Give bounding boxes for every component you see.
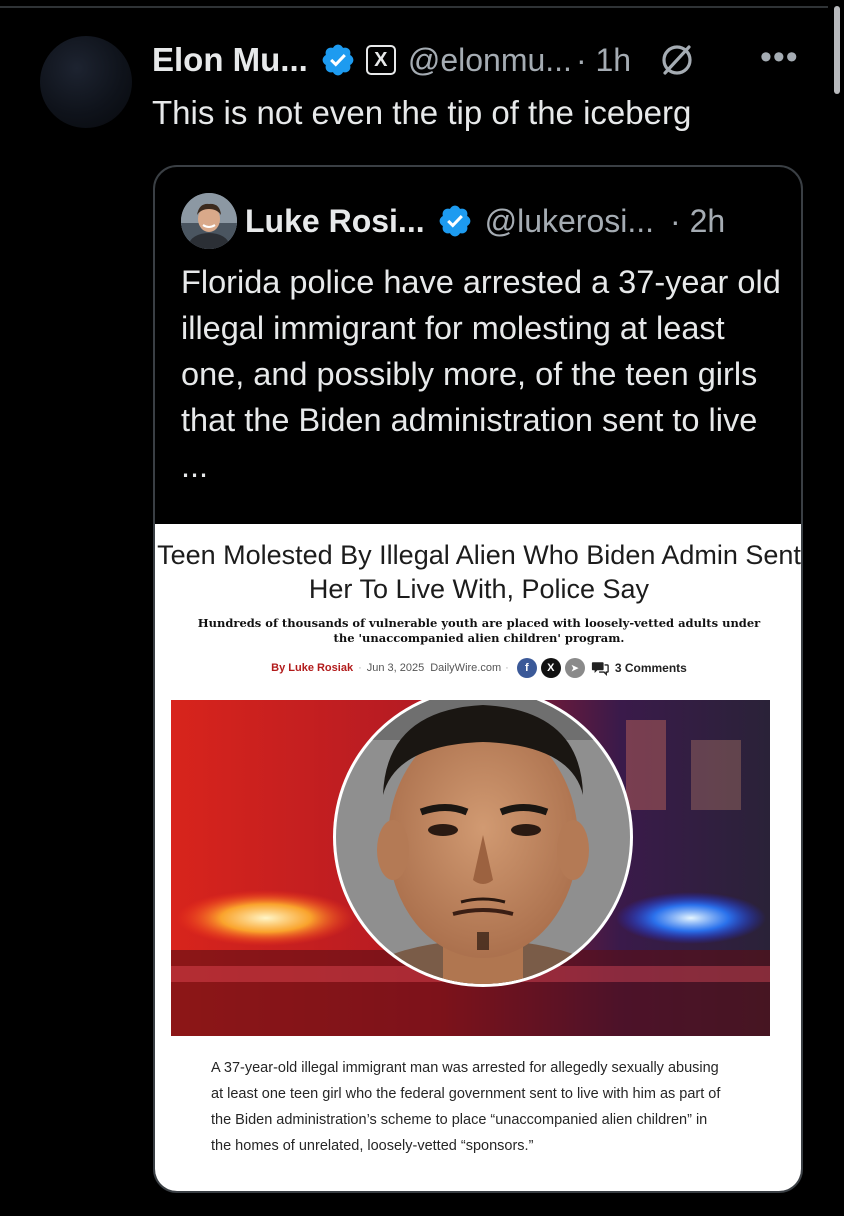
x-share-icon: X (540, 658, 561, 678)
divider (0, 6, 828, 8)
article-source: DailyWire.com (430, 662, 502, 674)
tweet-text: This is not even the tip of the iceberg (152, 94, 692, 131)
x-affiliate-badge: X (365, 45, 396, 75)
facebook-share-icon: f (516, 658, 537, 678)
quoted-author-name[interactable]: Luke Rosi... (245, 203, 425, 240)
quoted-tweet-card[interactable]: Luke Rosi... @lukerosi... · 2h Florida p… (153, 165, 803, 1193)
scrollbar[interactable] (834, 6, 840, 94)
author-handle[interactable]: @elonmu... (408, 42, 572, 79)
article-caption: A 37-year-old illegal immigrant man was … (211, 1060, 721, 1154)
mugshot-photo (171, 700, 770, 1036)
article-screenshot-image[interactable]: Teen Molested By Illegal Alien Who Biden… (155, 524, 801, 1191)
timestamp[interactable]: · 1h (576, 42, 631, 79)
article-byline: By Luke Rosiak · Jun 3, 2025 DailyWire.c… (155, 658, 801, 678)
quoted-author-avatar[interactable] (181, 193, 237, 249)
article-date: Jun 3, 2025 (366, 662, 425, 674)
quoted-header: Luke Rosi... @lukerosi... · 2h (245, 199, 725, 243)
quoted-timestamp[interactable]: · 2h (670, 203, 725, 240)
quoted-author-handle[interactable]: @lukerosi... (485, 203, 654, 240)
tweet-header: Elon Mu... X @elonmu... · 1h (152, 38, 697, 82)
article-subheadline: Hundreds of thousands of vulnerable yout… (197, 616, 761, 645)
avatar[interactable] (40, 36, 132, 128)
grok-icon[interactable] (657, 40, 697, 80)
quoted-tweet-text: Florida police have arrested a 37-year o… (181, 264, 781, 484)
comments-icon (591, 661, 609, 676)
telegram-share-icon: ➤ (564, 658, 585, 678)
verified-badge-icon (437, 203, 473, 239)
more-options-button[interactable]: ••• (760, 38, 799, 77)
comment-count: 3 Comments (614, 661, 687, 675)
article-headline: Teen Molested By Illegal Alien Who Biden… (157, 540, 801, 604)
article-author: By Luke Rosiak (271, 662, 354, 674)
verified-badge-icon (320, 42, 356, 78)
author-name[interactable]: Elon Mu... (152, 41, 308, 79)
